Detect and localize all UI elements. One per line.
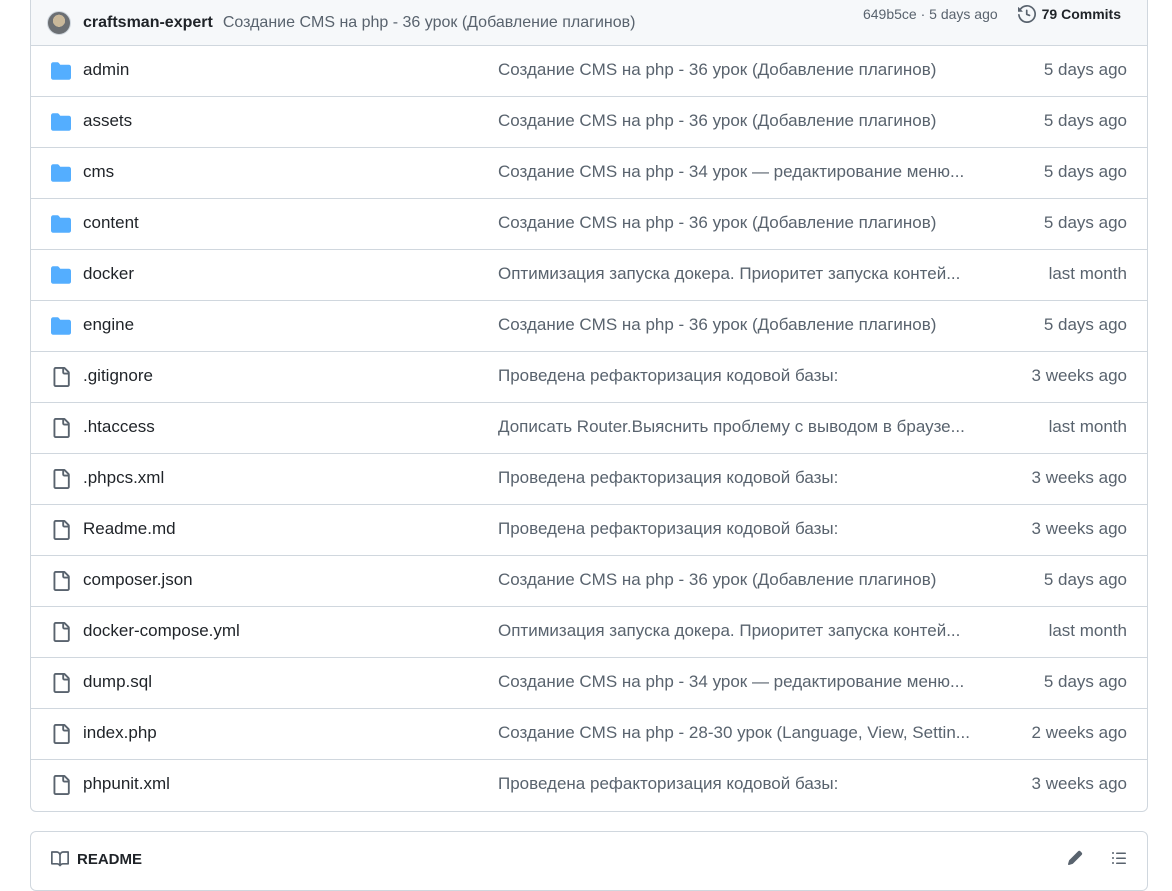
file-icon xyxy=(51,724,71,744)
file-row[interactable]: content Создание CMS на php - 36 урок (До… xyxy=(31,199,1147,250)
commit-age: 5 days ago xyxy=(1043,111,1127,130)
commit-message-link[interactable]: Проведена рефакторизация кодовой базы: xyxy=(498,519,978,539)
folder-icon xyxy=(51,112,71,132)
commit-meta: 649b5ce · 5 days ago 79 Commits xyxy=(863,5,1121,23)
file-name-link[interactable]: docker xyxy=(83,264,134,284)
file-row[interactable]: assets Создание CMS на php - 36 урок (Доб… xyxy=(31,97,1147,148)
file-icon xyxy=(51,673,71,693)
commit-age: 3 weeks ago xyxy=(1031,519,1127,538)
commit-message-link[interactable]: Создание CMS на php - 36 урок (Добавлени… xyxy=(498,111,978,131)
file-icon xyxy=(51,775,71,795)
folder-icon xyxy=(51,163,71,183)
commit-age: 5 days ago xyxy=(1043,672,1127,691)
file-name-link[interactable]: admin xyxy=(83,60,129,80)
commit-message-link[interactable]: Проведена рефакторизация кодовой базы: xyxy=(498,366,978,386)
file-row[interactable]: cms Создание CMS на php - 34 урок — редак… xyxy=(31,148,1147,199)
file-name-link[interactable]: .phpcs.xml xyxy=(83,468,164,488)
file-name-link[interactable]: engine xyxy=(83,315,134,335)
file-row[interactable]: phpunit.xml Проведена рефакторизация кодо… xyxy=(31,760,1147,811)
file-row[interactable]: docker-compose.yml Оптимизация запуска до… xyxy=(31,607,1147,658)
file-row[interactable]: engine Создание CMS на php - 36 урок (Доб… xyxy=(31,301,1147,352)
file-name-link[interactable]: composer.json xyxy=(83,570,193,590)
commit-age: last month xyxy=(1048,621,1127,640)
commit-age: 3 weeks ago xyxy=(1031,468,1127,487)
folder-icon xyxy=(51,265,71,285)
folder-icon xyxy=(51,214,71,234)
commit-message-link[interactable]: Оптимизация запуска докера. Приоритет за… xyxy=(498,264,978,284)
commit-message-link[interactable]: Проведена рефакторизация кодовой базы: xyxy=(498,774,978,794)
file-icon xyxy=(51,367,71,387)
file-icon xyxy=(51,469,71,489)
commit-sha-time[interactable]: 649b5ce · 5 days ago xyxy=(863,6,998,22)
file-row[interactable]: .htaccess Дописать Router.Выяснить пробле… xyxy=(31,403,1147,454)
file-name-link[interactable]: assets xyxy=(83,111,132,131)
commits-history-link[interactable]: 79 Commits xyxy=(1017,5,1121,23)
commit-message-link[interactable]: Создание CMS на php - 34 урок — редактир… xyxy=(498,672,978,692)
file-row[interactable]: .gitignore Проведена рефакторизация кодов… xyxy=(31,352,1147,403)
file-row[interactable]: .phpcs.xml Проведена рефакторизация кодов… xyxy=(31,454,1147,505)
file-row[interactable]: index.php Создание CMS на php - 28-30 уро… xyxy=(31,709,1147,760)
commit-author-link[interactable]: craftsman-expert xyxy=(83,14,213,32)
file-name-link[interactable]: .gitignore xyxy=(83,366,153,386)
readme-box: README xyxy=(30,831,1148,891)
file-name-link[interactable]: .htaccess xyxy=(83,417,155,437)
book-icon xyxy=(51,851,69,867)
file-icon xyxy=(51,418,71,438)
file-rows: admin Создание CMS на php - 36 урок (Доба… xyxy=(31,46,1147,811)
commit-message-link[interactable]: Оптимизация запуска докера. Приоритет за… xyxy=(498,621,978,641)
folder-icon xyxy=(51,61,71,81)
author-avatar[interactable] xyxy=(47,11,71,35)
commit-age: 3 weeks ago xyxy=(1031,774,1127,793)
file-icon xyxy=(51,622,71,642)
folder-icon xyxy=(51,316,71,336)
file-name-link[interactable]: phpunit.xml xyxy=(83,774,170,794)
commit-age: 5 days ago xyxy=(1043,60,1127,79)
latest-commit-header: craftsman-expert Создание CMS на php - 3… xyxy=(31,0,1147,46)
commit-age: 5 days ago xyxy=(1043,213,1127,232)
commit-age: last month xyxy=(1048,417,1127,436)
latest-commit-message[interactable]: Создание CMS на php - 36 урок (Добавлени… xyxy=(223,14,636,32)
file-name-link[interactable]: cms xyxy=(83,162,114,182)
commit-age: 5 days ago xyxy=(1043,162,1127,181)
file-name-link[interactable]: dump.sql xyxy=(83,672,152,692)
commit-message-link[interactable]: Создание CMS на php - 28-30 урок (Langua… xyxy=(498,723,978,743)
file-list-box: craftsman-expert Создание CMS на php - 3… xyxy=(30,0,1148,812)
commit-message-link[interactable]: Создание CMS на php - 34 урок — редактир… xyxy=(498,162,978,182)
file-row[interactable]: dump.sql Создание CMS на php - 34 урок — … xyxy=(31,658,1147,709)
commit-message-link[interactable]: Создание CMS на php - 36 урок (Добавлени… xyxy=(498,315,978,335)
commit-age: 5 days ago xyxy=(1043,315,1127,334)
file-name-link[interactable]: Readme.md xyxy=(83,519,176,539)
commit-message-link[interactable]: Создание CMS на php - 36 урок (Добавлени… xyxy=(498,570,978,590)
file-row[interactable]: admin Создание CMS на php - 36 урок (Доба… xyxy=(31,46,1147,97)
file-name-link[interactable]: content xyxy=(83,213,139,233)
commit-age: 2 weeks ago xyxy=(1031,723,1127,742)
commit-age: last month xyxy=(1048,264,1127,283)
file-row[interactable]: Readme.md Проведена рефакторизация кодово… xyxy=(31,505,1147,556)
readme-title[interactable]: README xyxy=(77,851,142,868)
commits-count: 79 Commits xyxy=(1041,6,1121,22)
file-name-link[interactable]: index.php xyxy=(83,723,157,743)
commit-age: 3 weeks ago xyxy=(1031,366,1127,385)
history-icon xyxy=(1017,5,1036,23)
file-icon xyxy=(51,571,71,591)
readme-header: README xyxy=(51,850,142,868)
file-icon xyxy=(51,520,71,540)
commit-age: 5 days ago xyxy=(1043,570,1127,589)
file-row[interactable]: composer.json Создание CMS на php - 36 ур… xyxy=(31,556,1147,607)
commit-message-link[interactable]: Дописать Router.Выяснить проблему с выво… xyxy=(498,417,978,437)
file-row[interactable]: docker Оптимизация запуска докера. Приори… xyxy=(31,250,1147,301)
commit-message-link[interactable]: Создание CMS на php - 36 урок (Добавлени… xyxy=(498,213,978,233)
commit-message-link[interactable]: Проведена рефакторизация кодовой базы: xyxy=(498,468,978,488)
file-name-link[interactable]: docker-compose.yml xyxy=(83,621,240,641)
commit-message-link[interactable]: Создание CMS на php - 36 урок (Добавлени… xyxy=(498,60,978,80)
